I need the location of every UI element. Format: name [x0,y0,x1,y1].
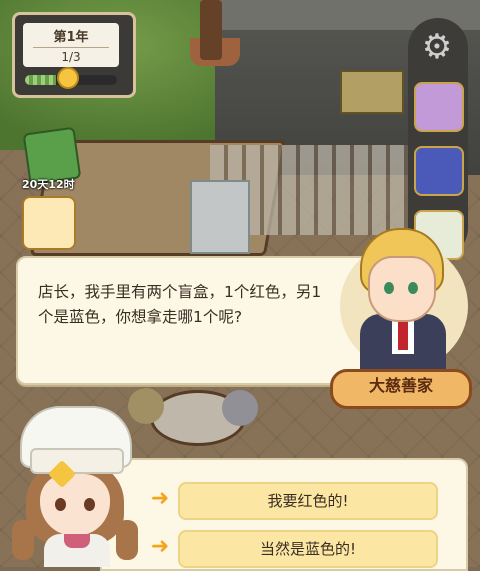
choice-blue-button[interactable]: 当然是蓝色的! [178,530,438,568]
chef-collar [64,534,90,548]
days-remaining: 20天12时 [22,178,75,191]
season-progress-fill [25,75,56,85]
player-chef-portrait [0,400,150,567]
speaker-face [368,256,436,322]
year-info: 第1年 1/3 [23,23,119,67]
choice-red-button[interactable]: 我要红色的! [178,482,438,520]
chef-hat-band [30,448,124,474]
eye [408,282,418,294]
year-label: 第1年 [53,30,89,45]
eye [84,498,95,511]
season-progress-text: 1/3 [61,50,81,64]
eye [55,498,66,511]
dialog-text: 店长，我手里有两个盲盒，1个红色，另1个是蓝色，你想拿走哪1个呢? [38,283,322,326]
eye [384,282,394,294]
speaker-tie [398,320,408,350]
gear-icon[interactable]: ⚙ [418,28,456,66]
book-icon[interactable] [414,146,464,196]
speaker-portrait [340,228,468,380]
divider [33,47,109,48]
pig-character-icon[interactable] [414,82,464,132]
speaker-name-tag: 大慈善家 [330,369,472,409]
sun-icon [57,67,79,89]
task-icon[interactable] [22,196,76,250]
arrow-right-icon: ➜ [150,486,170,511]
arrow-right-icon: ➜ [150,534,170,559]
